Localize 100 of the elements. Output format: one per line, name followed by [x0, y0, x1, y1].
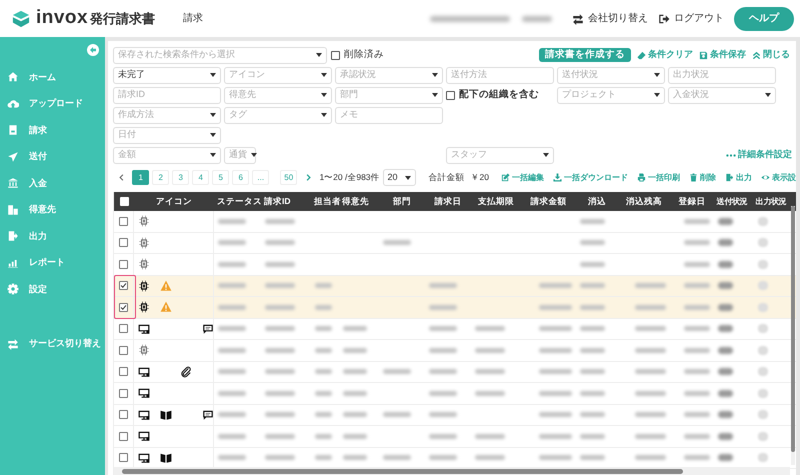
toolbar-button[interactable]: 一括編集	[501, 172, 544, 184]
page-button[interactable]: 5	[212, 170, 230, 185]
sidebar-item[interactable]: 出力	[0, 223, 105, 250]
advanced-settings-link[interactable]: 詳細条件設定	[726, 148, 792, 162]
row-checkbox[interactable]	[119, 410, 128, 420]
help-button[interactable]: ヘルプ	[734, 6, 794, 30]
select-field[interactable]: 保存された検索条件から選択	[113, 46, 327, 64]
row-checkbox[interactable]	[119, 324, 128, 334]
column-header[interactable]: アイコン	[134, 195, 214, 208]
blurred-text	[218, 348, 246, 353]
select-field[interactable]: 部門	[335, 86, 443, 104]
row-checkbox[interactable]	[119, 388, 128, 398]
row-checkbox[interactable]	[119, 302, 128, 312]
sidebar-item[interactable]: アップロード	[0, 90, 105, 117]
sidebar-item[interactable]: 請求	[0, 117, 105, 144]
blurred-text	[684, 455, 710, 460]
select-field[interactable]: 作成方法	[113, 106, 221, 124]
header-link[interactable]: ログアウト	[658, 11, 724, 26]
sidebar-item[interactable]: レポート	[0, 250, 105, 276]
select-field[interactable]: 通貨	[224, 146, 256, 164]
sidebar-item[interactable]: 送付	[0, 144, 105, 170]
select-field[interactable]: スタッフ	[446, 146, 554, 164]
checkbox-option[interactable]: 配下の組織を含む	[446, 88, 554, 102]
column-header[interactable]: 登録日	[670, 195, 714, 208]
row-checkbox[interactable]	[119, 367, 128, 376]
page-button[interactable]: 2	[152, 170, 170, 185]
blurred-text	[580, 455, 605, 460]
filter-action-link[interactable]: 条件クリア	[637, 48, 693, 62]
toolbar-button[interactable]: 削除	[689, 172, 716, 184]
header-link[interactable]: 会社切り替え	[572, 11, 648, 26]
column-header[interactable]: 得意先	[339, 195, 379, 208]
column-header[interactable]: ステータス	[214, 195, 261, 208]
page-button[interactable]: 50	[280, 170, 298, 185]
page-button[interactable]: ...	[252, 170, 270, 185]
sidebar-item[interactable]: 設定	[0, 276, 105, 302]
column-header[interactable]: 請求日	[425, 195, 471, 208]
page-button[interactable]: 6	[232, 170, 250, 185]
page-button[interactable]: 3	[172, 170, 190, 185]
select-field[interactable]: アイコン	[224, 66, 332, 84]
row-checkbox[interactable]	[119, 260, 128, 269]
select-field[interactable]: 入金状況	[668, 86, 776, 104]
select-field[interactable]: 未完了	[113, 66, 221, 84]
select-field[interactable]: プロジェクト	[557, 86, 665, 104]
input-field[interactable]: 請求ID	[113, 86, 221, 104]
select-field[interactable]: タグ	[224, 106, 332, 124]
row-checkbox[interactable]	[119, 346, 128, 355]
blurred-text	[429, 283, 457, 288]
row-checkbox[interactable]	[119, 453, 128, 462]
monitor-icon	[138, 322, 150, 335]
monitor-icon	[138, 387, 150, 400]
row-checkbox[interactable]	[119, 281, 128, 290]
sidebar-item[interactable]: 入金	[0, 170, 105, 196]
select-field[interactable]: 承認状況	[335, 66, 443, 84]
select-field[interactable]: 得意先	[224, 86, 332, 104]
column-header[interactable]: 部門	[379, 195, 425, 208]
blurred-text	[265, 412, 295, 418]
blurred-text	[265, 218, 295, 224]
column-header[interactable]: 消込残高	[618, 195, 670, 208]
blurred-text	[315, 304, 332, 310]
input-field[interactable]: 送付方法	[446, 66, 554, 84]
per-page-select[interactable]: 20	[382, 169, 416, 186]
select-field[interactable]: 金額	[113, 146, 221, 164]
input-field[interactable]: メモ	[335, 106, 443, 124]
sidebar-item[interactable]: 得意先	[0, 196, 105, 223]
column-header[interactable]: 出力状況	[750, 196, 792, 208]
checkbox-option[interactable]: 削除済み	[331, 48, 384, 62]
toolbar-button[interactable]: 表示設	[761, 172, 796, 184]
select-field[interactable]: 日付	[113, 126, 221, 144]
create-invoice-button[interactable]: 請求書を作成する	[539, 48, 631, 62]
column-header[interactable]: 請求ID	[261, 195, 311, 208]
sidebar-item[interactable]: ホーム	[0, 64, 105, 90]
page-button[interactable]: 1	[132, 170, 150, 185]
blurred-text	[635, 304, 666, 310]
toolbar-button[interactable]: 出力	[725, 172, 752, 184]
page-button[interactable]: 4	[192, 170, 210, 185]
select-all-checkbox[interactable]	[120, 197, 128, 206]
column-header[interactable]: 支払期限	[471, 195, 521, 208]
filter-action-link[interactable]: 条件保存	[699, 48, 746, 62]
column-header[interactable]: 消込	[576, 195, 618, 208]
row-checkbox[interactable]	[119, 238, 128, 248]
caret-icon	[210, 113, 216, 117]
row-checkbox[interactable]	[119, 216, 128, 226]
highlight-frame	[114, 275, 136, 319]
input-field[interactable]: 出力状況	[668, 66, 776, 84]
select-field[interactable]: 送付状況	[557, 66, 665, 84]
blurred-text	[580, 262, 605, 267]
column-header[interactable]: 請求金額	[521, 195, 576, 208]
column-header[interactable]: 担当者	[311, 195, 339, 208]
checkbox[interactable]	[446, 90, 455, 100]
trash-icon	[689, 173, 698, 182]
column-header[interactable]: 送付状況	[714, 196, 750, 208]
toolbar-button[interactable]: 一括ダウンロード	[553, 172, 628, 184]
row-checkbox[interactable]	[119, 432, 128, 441]
caret-icon	[404, 176, 411, 180]
sidebar-item[interactable]: サービス切り替え	[0, 330, 105, 356]
eraser-icon	[637, 50, 646, 60]
toolbar-button[interactable]: 一括印刷	[637, 172, 680, 184]
filter-action-link[interactable]: 閉じる	[752, 48, 790, 62]
checkbox[interactable]	[331, 50, 340, 60]
chip-icon	[138, 258, 150, 270]
